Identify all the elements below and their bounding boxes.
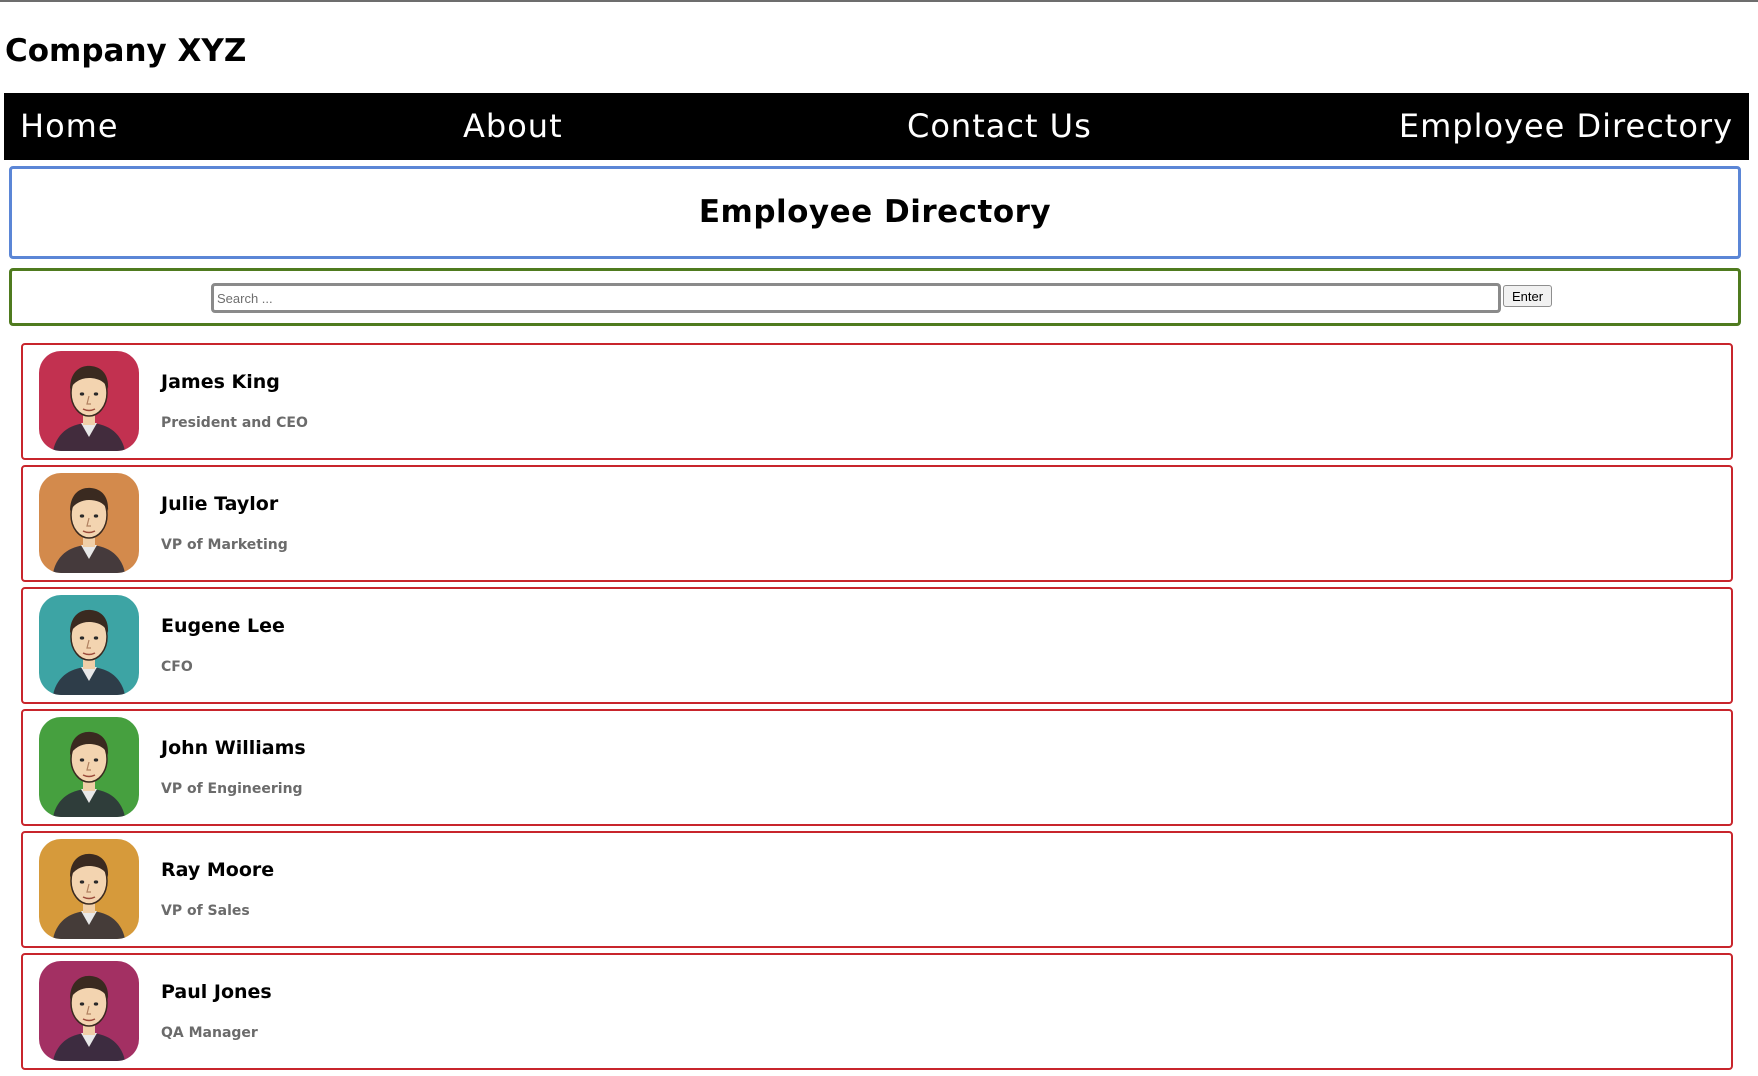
employee-card[interactable]: John Williams VP of Engineering — [21, 709, 1733, 826]
page-header: Employee Directory — [9, 166, 1741, 259]
employee-card[interactable]: Paul Jones QA Manager — [21, 953, 1733, 1070]
employee-title: VP of Engineering — [161, 781, 303, 797]
nav-link-contact[interactable]: Contact Us — [907, 93, 1092, 160]
employee-name: John Williams — [161, 737, 306, 759]
top-divider — [0, 0, 1758, 2]
employee-title: VP of Marketing — [161, 537, 288, 553]
employee-title: VP of Sales — [161, 903, 250, 919]
avatar-portrait-icon — [39, 595, 139, 695]
employee-card[interactable]: Eugene Lee CFO — [21, 587, 1733, 704]
avatar-portrait-icon — [39, 473, 139, 573]
nav-link-employee-directory[interactable]: Employee Directory — [1399, 93, 1733, 160]
search-input[interactable] — [211, 283, 1501, 313]
page-title: Employee Directory — [698, 194, 1052, 230]
main-navbar: Home About Contact Us Employee Directory — [4, 93, 1749, 160]
search-bar: Enter — [9, 268, 1741, 326]
enter-button[interactable]: Enter — [1503, 285, 1552, 307]
employee-name: Ray Moore — [161, 859, 275, 881]
employee-list: James King President and CEO Julie Taylor V… — [21, 343, 1733, 1075]
avatar-portrait-icon — [39, 839, 139, 939]
employee-card[interactable]: Ray Moore VP of Sales — [21, 831, 1733, 948]
employee-name: Eugene Lee — [161, 615, 285, 637]
page: Company XYZ Home About Contact Us Employ… — [0, 0, 1758, 1076]
avatar-portrait-icon — [39, 351, 139, 451]
site-title: Company XYZ — [5, 33, 247, 69]
avatar-portrait-icon — [39, 961, 139, 1061]
employee-name: Julie Taylor — [161, 493, 279, 515]
nav-link-about[interactable]: About — [463, 93, 563, 160]
employee-title: QA Manager — [161, 1025, 258, 1041]
employee-title: CFO — [161, 659, 193, 675]
employee-title: President and CEO — [161, 415, 308, 431]
employee-card[interactable]: Julie Taylor VP of Marketing — [21, 465, 1733, 582]
employee-name: James King — [161, 371, 280, 393]
employee-name: Paul Jones — [161, 981, 272, 1003]
employee-card[interactable]: James King President and CEO — [21, 343, 1733, 460]
avatar-portrait-icon — [39, 717, 139, 817]
nav-link-home[interactable]: Home — [20, 93, 119, 160]
